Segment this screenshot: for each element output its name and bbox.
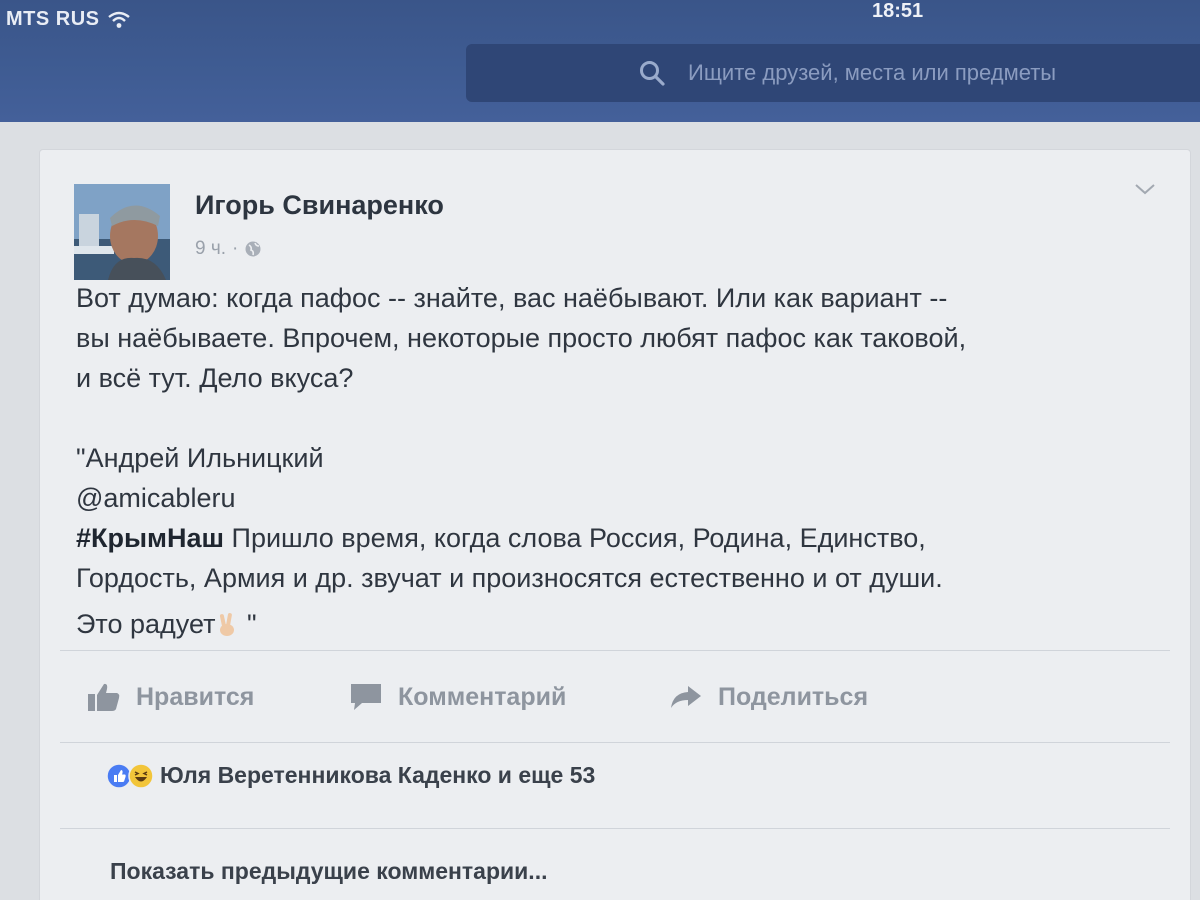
- search-input[interactable]: Ищите друзей, места или предметы: [466, 44, 1200, 102]
- show-previous-comments-link[interactable]: Показать предыдущие комментарии...: [110, 858, 547, 885]
- quote-text: Это радует: [76, 609, 216, 639]
- quote-line: Гордость, Армия и др. звучат и произнося…: [76, 563, 943, 593]
- globe-icon: [245, 241, 261, 257]
- chevron-down-icon[interactable]: [1134, 182, 1156, 196]
- reactions-summary[interactable]: Юля Веретенникова Каденко и еще 53: [106, 762, 595, 789]
- thumbs-up-icon: [88, 683, 120, 711]
- search-icon: [640, 61, 665, 86]
- comment-label: Комментарий: [398, 682, 567, 711]
- reaction-icons: [106, 762, 154, 789]
- top-header: MTS RUS 18:51 Ищите друзей, места или пр…: [0, 0, 1200, 122]
- quote-line: #КрымНаш Пришло время, когда слова Росси…: [76, 518, 1166, 558]
- post-text-line: Вот думаю: когда пафос -- знайте, вас на…: [76, 283, 948, 313]
- like-label: Нравится: [136, 682, 255, 711]
- avatar-photo: [74, 184, 170, 280]
- quote-line: Это радует ": [76, 604, 1166, 644]
- comment-icon: [351, 684, 381, 710]
- divider: [60, 742, 1170, 743]
- post-time[interactable]: 9 ч.: [195, 238, 226, 260]
- share-arrow-icon: [671, 686, 701, 708]
- post-text-line: вы наёбываете. Впрочем, некоторые просто…: [76, 323, 967, 353]
- avatar[interactable]: [74, 184, 170, 280]
- post-actions: Нравится Комментарий Поделиться: [86, 672, 986, 722]
- victory-hand-emoji-icon: [220, 613, 235, 636]
- like-button[interactable]: Нравится: [86, 681, 348, 713]
- search-placeholder: Ищите друзей, места или предметы: [688, 60, 1057, 85]
- carrier-name: MTS RUS: [6, 8, 100, 30]
- reactions-text: Юля Веретенникова Каденко и еще 53: [160, 762, 596, 788]
- wifi-icon: [107, 11, 130, 28]
- hashtag-link[interactable]: #КрымНаш: [76, 523, 224, 553]
- post-meta: 9 ч. ·: [195, 238, 262, 260]
- quote-text: Пришло время, когда слова Россия, Родина…: [224, 523, 926, 553]
- haha-reaction-icon: [128, 762, 154, 789]
- share-button[interactable]: Поделиться: [668, 681, 868, 713]
- quote-close: ": [239, 609, 257, 639]
- share-label: Поделиться: [718, 682, 869, 711]
- quote-line: "Андрей Ильницкий: [76, 443, 324, 473]
- divider: [60, 650, 1170, 651]
- status-time: 18:51: [872, 0, 924, 22]
- comment-button[interactable]: Комментарий: [348, 681, 668, 713]
- post-body: Вот думаю: когда пафос -- знайте, вас на…: [76, 278, 1166, 644]
- status-carrier: MTS RUS: [6, 8, 130, 31]
- post-text-line: и всё тут. Дело вкуса?: [76, 363, 354, 393]
- divider: [60, 828, 1170, 829]
- post-card: Игорь Свинаренко 9 ч. · Вот думаю: когда…: [40, 150, 1190, 900]
- post-author[interactable]: Игорь Свинаренко: [195, 190, 444, 221]
- quote-line: @amicableru: [76, 483, 236, 513]
- meta-separator: ·: [232, 238, 239, 259]
